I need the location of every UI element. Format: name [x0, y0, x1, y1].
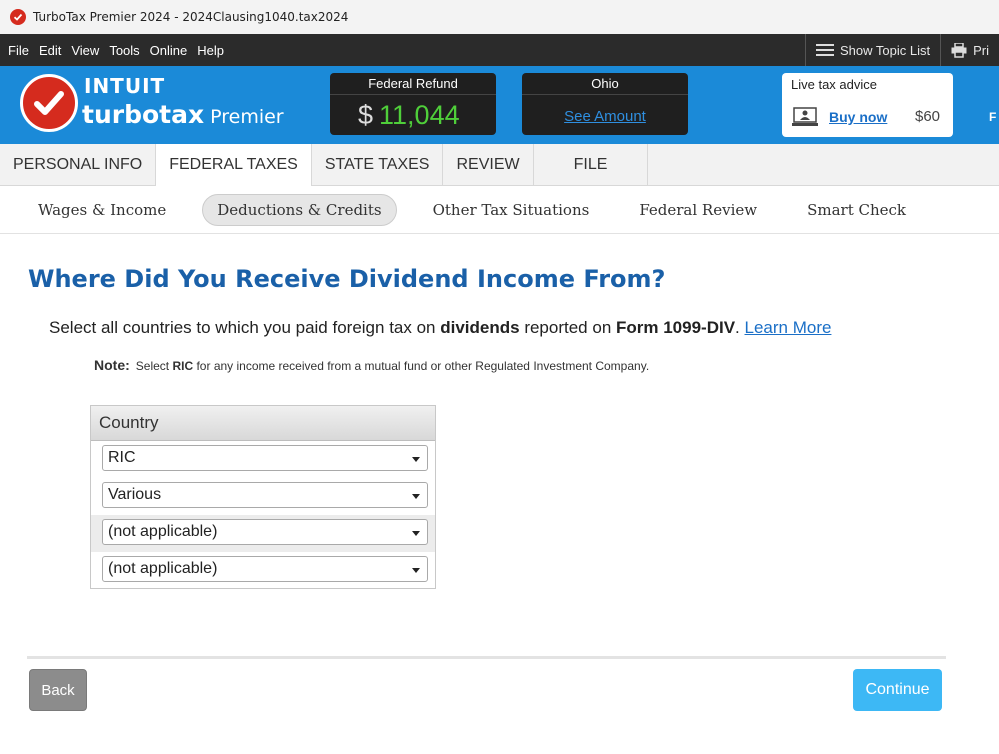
- instruction-form: Form 1099-DIV: [616, 318, 736, 337]
- tab-federal-taxes[interactable]: FEDERAL TAXES: [156, 144, 312, 186]
- tab-review[interactable]: REVIEW: [443, 144, 534, 186]
- window-title: TurboTax Premier 2024 - 2024Clausing1040…: [33, 10, 349, 24]
- turbotax-logo-icon: [20, 74, 78, 132]
- learn-more-link[interactable]: Learn More: [745, 318, 832, 337]
- country-select-value: RIC: [108, 449, 136, 466]
- state-label: Ohio: [591, 76, 619, 91]
- refund-divider: [330, 94, 496, 95]
- edition-name: Premier: [210, 106, 284, 128]
- tab-state-taxes[interactable]: STATE TAXES: [312, 144, 444, 186]
- federal-refund-label: Federal Refund: [368, 76, 458, 91]
- federal-refund-meter[interactable]: Federal Refund $11,044: [330, 73, 496, 135]
- list-icon: [816, 44, 835, 56]
- advice-price: $60: [915, 108, 941, 125]
- menu-bar: File Edit View Tools Online Help Show To…: [0, 34, 999, 66]
- buy-now-link[interactable]: Buy now: [829, 109, 887, 125]
- menu-online[interactable]: Online: [145, 43, 193, 58]
- dropdown-arrow-icon: [412, 568, 420, 573]
- note-label: Note:: [94, 357, 130, 373]
- turbotax-check-icon: [10, 9, 26, 25]
- show-topic-list-button[interactable]: Show Topic List: [805, 34, 940, 66]
- note-part: Select: [135, 359, 173, 373]
- instruction-dividends: dividends: [440, 318, 520, 337]
- note-ric: RIC: [172, 359, 194, 373]
- subtab-federal-review[interactable]: Federal Review: [625, 195, 771, 225]
- country-select-value: (not applicable): [108, 523, 218, 540]
- print-button[interactable]: Pri: [940, 34, 999, 66]
- sub-tabs: Wages & Income Deductions & Credits Othe…: [0, 186, 999, 234]
- intuit-wordmark: INTUIT: [84, 74, 166, 98]
- table-row: Various: [91, 478, 435, 515]
- table-row: RIC: [91, 441, 435, 478]
- dropdown-arrow-icon: [412, 457, 420, 462]
- product-name: turbotax: [82, 100, 205, 129]
- country-select[interactable]: (not applicable): [102, 556, 428, 582]
- federal-refund-value: $11,044: [358, 100, 460, 131]
- subtab-wages-income[interactable]: Wages & Income: [24, 195, 180, 225]
- note-text: Note: Select RIC for any income received …: [94, 357, 649, 373]
- brand-header: INTUIT turbotax Premier Federal Refund $1…: [0, 66, 999, 144]
- header-edge-text: F: [989, 110, 997, 124]
- menu-view[interactable]: View: [66, 43, 104, 58]
- table-row: (not applicable): [91, 552, 435, 589]
- instruction-part: reported on: [519, 318, 616, 337]
- refund-currency: $: [358, 100, 374, 130]
- menu-file[interactable]: File: [0, 43, 34, 58]
- country-select-value: Various: [108, 486, 162, 503]
- footer-divider: [27, 656, 946, 659]
- instruction-part: Select all countries to which you paid f…: [49, 318, 441, 337]
- computer-person-icon: [792, 107, 818, 126]
- state-refund-meter: Ohio See Amount: [522, 73, 688, 135]
- live-tax-advice-panel: Live tax advice Buy now $60: [782, 73, 953, 137]
- country-column-header: Country: [91, 406, 435, 441]
- subtab-smart-check[interactable]: Smart Check: [793, 195, 920, 225]
- print-label: Pri: [973, 42, 989, 58]
- main-tabs: PERSONAL INFO FEDERAL TAXES STATE TAXES …: [0, 144, 999, 186]
- show-topic-list-label: Show Topic List: [840, 42, 931, 58]
- state-divider: [522, 94, 688, 95]
- country-select[interactable]: Various: [102, 482, 428, 508]
- country-select[interactable]: RIC: [102, 445, 428, 471]
- dropdown-arrow-icon: [412, 531, 420, 536]
- page-title: Where Did You Receive Dividend Income Fr…: [28, 265, 666, 293]
- instruction-part: .: [735, 318, 745, 337]
- turbotax-wordmark: turbotax Premier: [82, 100, 284, 129]
- live-tax-advice-label: Live tax advice: [791, 77, 877, 92]
- country-select[interactable]: (not applicable): [102, 519, 428, 545]
- back-button[interactable]: Back: [29, 669, 87, 711]
- printer-icon: [951, 42, 967, 58]
- continue-button[interactable]: Continue: [853, 669, 942, 711]
- window-titlebar: TurboTax Premier 2024 - 2024Clausing1040…: [0, 0, 999, 34]
- instruction-text: Select all countries to which you paid f…: [49, 318, 831, 338]
- see-amount-link[interactable]: See Amount: [522, 108, 688, 125]
- tab-personal-info[interactable]: PERSONAL INFO: [0, 144, 157, 186]
- refund-amount: 11,044: [379, 100, 460, 130]
- table-row: (not applicable): [91, 515, 435, 552]
- country-select-value: (not applicable): [108, 560, 218, 577]
- subtab-other-tax-situations[interactable]: Other Tax Situations: [419, 195, 604, 225]
- country-table: Country RIC Various (not applicable) (no…: [90, 405, 436, 589]
- menu-help[interactable]: Help: [192, 43, 229, 58]
- menu-tools[interactable]: Tools: [104, 43, 144, 58]
- subtab-deductions-credits[interactable]: Deductions & Credits: [202, 193, 397, 226]
- menu-edit[interactable]: Edit: [34, 43, 66, 58]
- note-part: for any income received from a mutual fu…: [193, 359, 650, 373]
- tab-file[interactable]: FILE: [534, 144, 649, 186]
- dropdown-arrow-icon: [412, 494, 420, 499]
